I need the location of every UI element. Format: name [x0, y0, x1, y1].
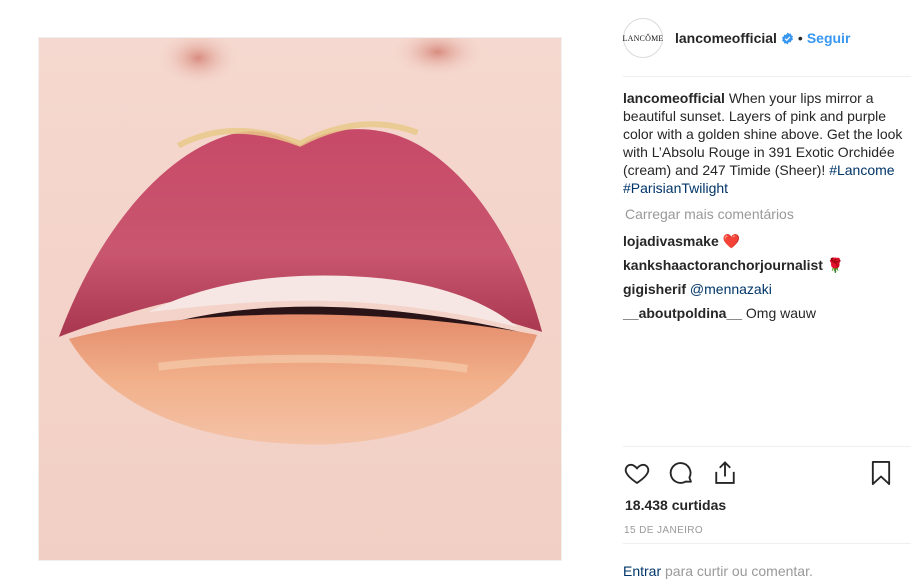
- post-actions: [623, 456, 911, 490]
- load-more-comments-button[interactable]: Carregar mais comentários: [625, 206, 794, 222]
- comment-text: ❤️: [722, 233, 741, 249]
- comment-item: gigisherif @mennazaki: [623, 280, 913, 298]
- heart-icon[interactable]: [623, 459, 651, 487]
- post-sidebar: LANCÔME lancomeofficial • Seguir lancome…: [611, 0, 923, 588]
- comments-list: lojadivasmake ❤️ kankshaactoranchorjourn…: [623, 232, 913, 328]
- comment-text: Omg wauw: [745, 305, 816, 321]
- comment-mention[interactable]: @mennazaki: [690, 281, 772, 297]
- comment-username[interactable]: kankshaactoranchorjournalist: [623, 257, 823, 273]
- likes-count[interactable]: 18.438 curtidas: [625, 497, 726, 513]
- comment-item: lojadivasmake ❤️: [623, 232, 913, 250]
- comment-item: kankshaactoranchorjournalist 🌹: [623, 256, 913, 274]
- post-date[interactable]: 15 DE JANEIRO: [624, 525, 703, 536]
- verified-badge-icon: [782, 32, 793, 44]
- separator-dot: •: [797, 30, 803, 46]
- caption-username[interactable]: lancomeofficial: [623, 90, 725, 106]
- follow-button[interactable]: Seguir: [807, 30, 851, 46]
- comment-text: 🌹: [826, 257, 845, 273]
- bookmark-icon[interactable]: [867, 459, 895, 487]
- header-divider: [623, 76, 911, 77]
- login-prompt-text: para curtir ou comentar.: [661, 563, 813, 579]
- comment-icon[interactable]: [667, 459, 695, 487]
- post-header: LANCÔME lancomeofficial • Seguir: [623, 17, 850, 59]
- comment-username[interactable]: lojadivasmake: [623, 233, 719, 249]
- avatar-logo-text: LANCÔME: [622, 33, 664, 43]
- comment-username[interactable]: gigisherif: [623, 281, 686, 297]
- login-divider: [623, 543, 911, 544]
- login-prompt: Entrar para curtir ou comentar.: [623, 563, 813, 579]
- actions-divider: [623, 446, 911, 447]
- login-link[interactable]: Entrar: [623, 563, 661, 579]
- post-image[interactable]: [38, 37, 562, 561]
- username-link[interactable]: lancomeofficial: [675, 30, 777, 46]
- post-caption: lancomeofficial When your lips mirror a …: [623, 89, 909, 197]
- lips-photo: [39, 38, 561, 560]
- comment-username[interactable]: __aboutpoldina__: [623, 305, 742, 321]
- share-icon[interactable]: [711, 459, 739, 487]
- avatar[interactable]: LANCÔME: [623, 18, 663, 58]
- comment-item: __aboutpoldina__ Omg wauw: [623, 304, 913, 322]
